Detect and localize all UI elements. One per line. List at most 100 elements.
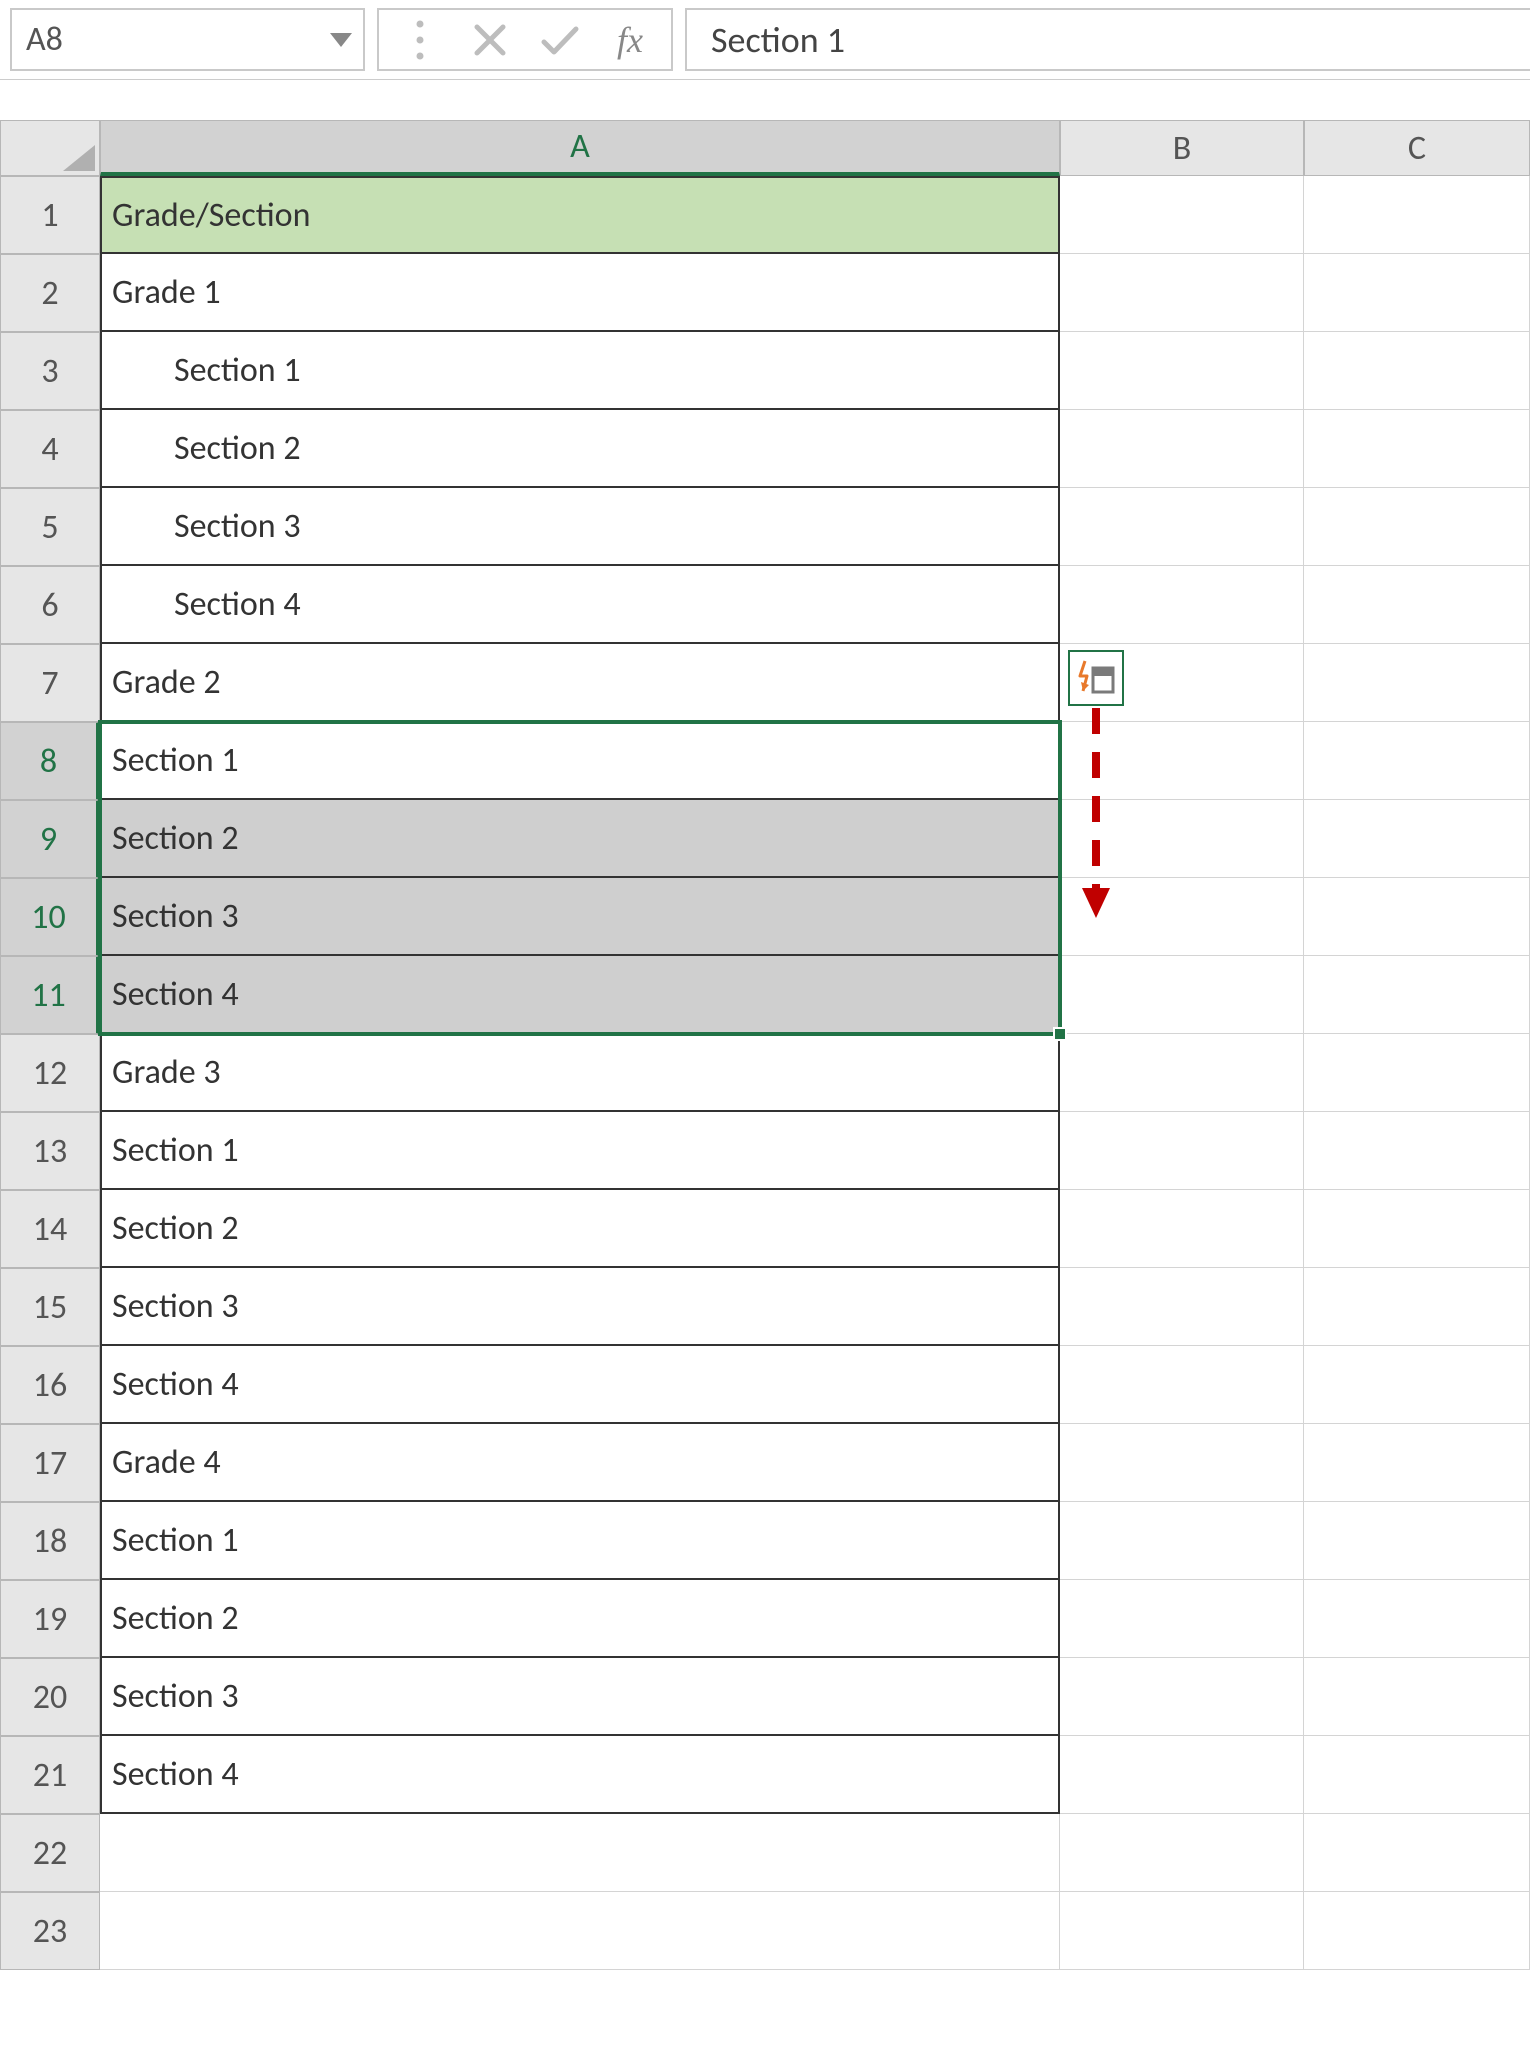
cancel-icon[interactable] — [455, 10, 525, 70]
cell[interactable] — [1304, 644, 1530, 722]
name-box[interactable]: A8 — [10, 8, 365, 71]
cell[interactable] — [1304, 1892, 1530, 1970]
cell[interactable] — [1304, 722, 1530, 800]
cell[interactable]: Section 2 — [100, 1190, 1060, 1268]
cell[interactable]: Section 4 — [100, 956, 1060, 1034]
cell[interactable] — [1060, 1658, 1304, 1736]
cell[interactable] — [1304, 176, 1530, 254]
row-header[interactable]: 2 — [0, 254, 100, 332]
row-header[interactable]: 8 — [0, 722, 100, 800]
cell[interactable] — [1060, 332, 1304, 410]
cell[interactable] — [1060, 1892, 1304, 1970]
cell[interactable] — [1060, 254, 1304, 332]
cell[interactable] — [1304, 1034, 1530, 1112]
select-all-corner[interactable] — [0, 120, 100, 176]
cell[interactable] — [1060, 1346, 1304, 1424]
cell[interactable] — [100, 1892, 1060, 1970]
row-header[interactable]: 23 — [0, 1892, 100, 1970]
row-header[interactable]: 9 — [0, 800, 100, 878]
cell[interactable] — [1060, 1580, 1304, 1658]
cell[interactable] — [1060, 1502, 1304, 1580]
cell[interactable] — [1304, 1346, 1530, 1424]
cell[interactable] — [1060, 1268, 1304, 1346]
cell[interactable]: Section 3 — [100, 1658, 1060, 1736]
cell[interactable] — [1060, 956, 1304, 1034]
cell[interactable] — [1060, 1814, 1304, 1892]
cell[interactable] — [1304, 1658, 1530, 1736]
row-header[interactable]: 17 — [0, 1424, 100, 1502]
enter-icon[interactable] — [525, 10, 595, 70]
fx-icon[interactable]: fx — [595, 10, 665, 70]
cell[interactable] — [1304, 800, 1530, 878]
cell[interactable]: Section 2 — [100, 1580, 1060, 1658]
name-box-dropdown-icon[interactable] — [319, 10, 363, 69]
row-header[interactable]: 6 — [0, 566, 100, 644]
cell[interactable] — [1060, 1736, 1304, 1814]
cell[interactable]: Section 4 — [100, 1346, 1060, 1424]
cell[interactable] — [1304, 332, 1530, 410]
col-header-C[interactable]: C — [1304, 120, 1530, 176]
cell[interactable]: Grade 2 — [100, 644, 1060, 722]
row-header[interactable]: 21 — [0, 1736, 100, 1814]
cell[interactable]: Section 2 — [100, 800, 1060, 878]
cell[interactable] — [1304, 1424, 1530, 1502]
cell[interactable]: Grade 1 — [100, 254, 1060, 332]
row-header[interactable]: 18 — [0, 1502, 100, 1580]
cell[interactable] — [1060, 1190, 1304, 1268]
cell[interactable]: Section 1 — [100, 722, 1060, 800]
cell[interactable]: Grade/Section — [100, 176, 1060, 254]
cell[interactable]: Section 3 — [100, 1268, 1060, 1346]
cell[interactable]: Section 4 — [100, 566, 1060, 644]
cell[interactable] — [1060, 410, 1304, 488]
cell[interactable]: Section 4 — [100, 1736, 1060, 1814]
row-header[interactable]: 10 — [0, 878, 100, 956]
cell[interactable] — [1060, 488, 1304, 566]
cell[interactable] — [1304, 566, 1530, 644]
cell[interactable] — [1304, 956, 1530, 1034]
fill-handle[interactable] — [1053, 1027, 1067, 1041]
cell[interactable] — [1060, 1112, 1304, 1190]
row-header[interactable]: 5 — [0, 488, 100, 566]
row-header[interactable]: 15 — [0, 1268, 100, 1346]
row-header[interactable]: 13 — [0, 1112, 100, 1190]
cell[interactable] — [1304, 410, 1530, 488]
cell[interactable]: Grade 3 — [100, 1034, 1060, 1112]
cell[interactable] — [1304, 1736, 1530, 1814]
cell[interactable] — [1304, 254, 1530, 332]
cell[interactable] — [1304, 1190, 1530, 1268]
col-header-A[interactable]: A — [100, 120, 1060, 176]
cell[interactable] — [100, 1814, 1060, 1892]
row-header[interactable]: 12 — [0, 1034, 100, 1112]
cell[interactable] — [1060, 1034, 1304, 1112]
cell[interactable] — [1304, 488, 1530, 566]
cell[interactable]: Section 2 — [100, 410, 1060, 488]
cell[interactable] — [1304, 1112, 1530, 1190]
row-header[interactable]: 7 — [0, 644, 100, 722]
cell[interactable] — [1060, 176, 1304, 254]
cell[interactable] — [1304, 1814, 1530, 1892]
row-header[interactable]: 14 — [0, 1190, 100, 1268]
row-header[interactable]: 19 — [0, 1580, 100, 1658]
cell[interactable]: Section 3 — [100, 488, 1060, 566]
cell[interactable] — [1304, 1580, 1530, 1658]
row-header[interactable]: 16 — [0, 1346, 100, 1424]
row-header[interactable]: 3 — [0, 332, 100, 410]
row-header[interactable]: 20 — [0, 1658, 100, 1736]
flash-fill-options-icon[interactable] — [1068, 650, 1124, 706]
cell[interactable] — [1304, 878, 1530, 956]
cell[interactable] — [1304, 1502, 1530, 1580]
row-header[interactable]: 11 — [0, 956, 100, 1034]
cell[interactable] — [1304, 1268, 1530, 1346]
cell[interactable]: Section 3 — [100, 878, 1060, 956]
row-header[interactable]: 4 — [0, 410, 100, 488]
row-header[interactable]: 1 — [0, 176, 100, 254]
cell[interactable] — [1060, 1424, 1304, 1502]
cell[interactable]: Section 1 — [100, 1112, 1060, 1190]
cell[interactable] — [1060, 566, 1304, 644]
cell[interactable]: Grade 4 — [100, 1424, 1060, 1502]
cell[interactable]: Section 1 — [100, 332, 1060, 410]
cell[interactable]: Section 1 — [100, 1502, 1060, 1580]
drag-handle-icon[interactable] — [385, 10, 455, 70]
col-header-B[interactable]: B — [1060, 120, 1304, 176]
formula-input[interactable]: Section 1 — [685, 8, 1530, 71]
